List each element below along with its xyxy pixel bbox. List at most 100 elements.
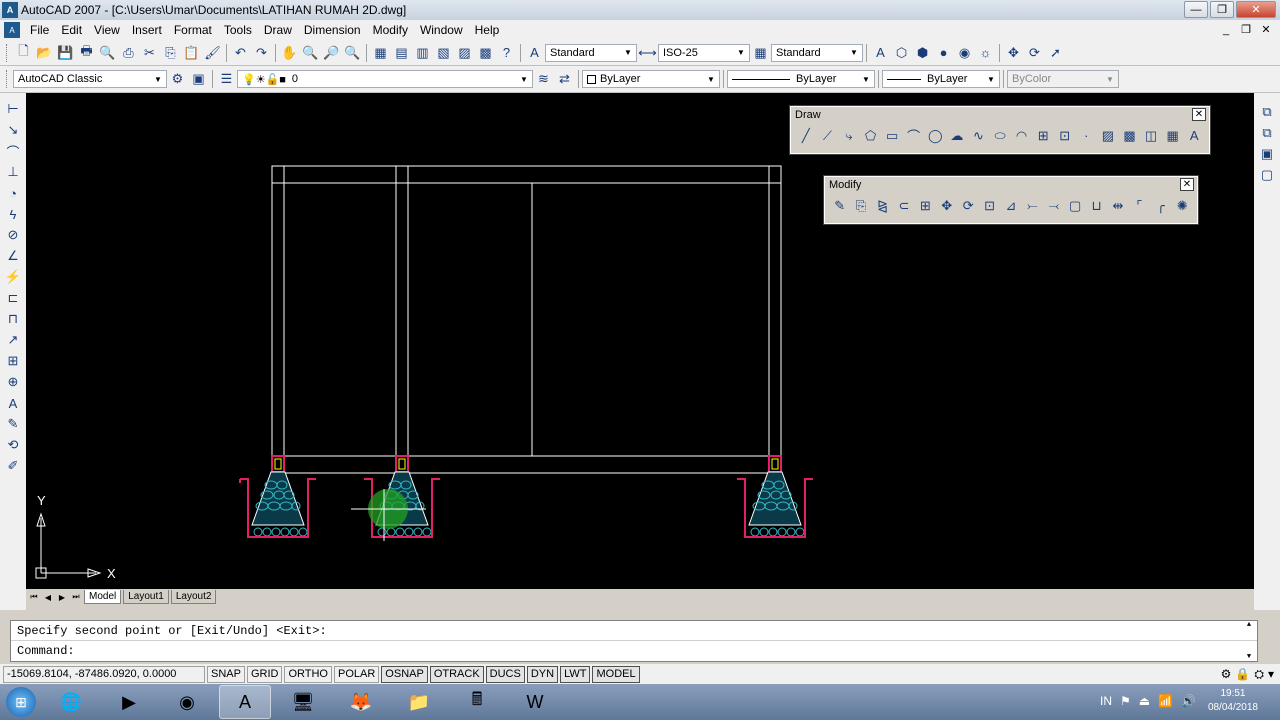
next-tab-icon[interactable]: ▶ [56, 591, 68, 603]
plot-preview-icon[interactable]: 🔍 [97, 42, 118, 63]
grid-toggle[interactable]: GRID [246, 665, 283, 683]
tool-palettes-icon[interactable]: ▥ [412, 42, 433, 63]
linear-dimension-icon[interactable]: ⊢ [3, 99, 24, 119]
close-button[interactable]: ✕ [1236, 1, 1276, 18]
jogged-icon[interactable]: ϟ [3, 204, 24, 224]
sheet-set-icon[interactable]: ▧ [433, 42, 454, 63]
polyline-icon[interactable]: ⤷ [838, 125, 860, 146]
first-tab-icon[interactable]: ⏮ [28, 591, 40, 603]
toolbar-grip[interactable] [6, 70, 9, 88]
close-icon[interactable]: ✕ [1192, 108, 1206, 121]
rotate-icon[interactable]: ⟳ [957, 195, 978, 216]
radius-icon[interactable]: ◔ [3, 183, 24, 203]
cut-icon[interactable]: ✂ [139, 42, 160, 63]
doc-close-button[interactable]: ✕ [1258, 22, 1274, 37]
angular-icon[interactable]: ∠ [3, 246, 24, 266]
help-icon[interactable]: ? [496, 42, 517, 63]
paste-icon[interactable]: 📋 [181, 42, 202, 63]
move-icon[interactable]: ✥ [936, 195, 957, 216]
lock-icon[interactable]: 🔒 [1235, 667, 1250, 682]
minimize-button[interactable]: — [1184, 1, 1208, 18]
pan-icon[interactable]: ✋ [279, 42, 300, 63]
menu-insert[interactable]: Insert [126, 23, 168, 37]
rectangle-icon[interactable]: ▭ [881, 125, 903, 146]
erase-icon[interactable]: ✎ [829, 195, 850, 216]
join-icon[interactable]: ⇹ [1107, 195, 1128, 216]
menu-format[interactable]: Format [168, 23, 218, 37]
design-center-icon[interactable]: ▤ [391, 42, 412, 63]
action-center-icon[interactable]: ⚑ [1120, 694, 1131, 708]
trim-icon[interactable]: ⤚ [1022, 195, 1043, 216]
make-object-layer-current-icon[interactable]: ≋ [533, 69, 554, 90]
new-icon[interactable]: 🗋 [13, 42, 34, 63]
bring-above-icon[interactable]: ▣ [1257, 143, 1278, 164]
menu-view[interactable]: View [88, 23, 126, 37]
break-icon[interactable]: ⊔ [1086, 195, 1107, 216]
text-style-combo[interactable]: Standard ▼ [545, 43, 637, 62]
copy-object-icon[interactable]: ⎘ [850, 195, 871, 216]
quick-leader-icon[interactable]: ↗ [3, 330, 24, 350]
ellipse-arc-icon[interactable]: ◠ [1011, 125, 1033, 146]
spline-icon[interactable]: ∿ [968, 125, 990, 146]
dim-edit-icon[interactable]: A [3, 393, 24, 413]
menu-file[interactable]: File [24, 23, 55, 37]
table-style-combo[interactable]: Standard ▼ [771, 43, 863, 62]
lineweight-combo[interactable]: ByLayer ▼ [882, 70, 1000, 88]
menu-help[interactable]: Help [469, 23, 506, 37]
zoom-previous-icon[interactable]: 🔍 [342, 42, 363, 63]
plot-icon[interactable]: 🖶 [76, 42, 97, 63]
copy-icon[interactable]: ⎘ [160, 42, 181, 63]
workspace-save-icon[interactable]: ▣ [188, 69, 209, 90]
baseline-icon[interactable]: ⊏ [3, 288, 24, 308]
draw-panel-header[interactable]: Draw ✕ [791, 107, 1209, 123]
3d-wire-icon[interactable]: ⬢ [912, 42, 933, 63]
construction-line-icon[interactable]: ⟋ [817, 125, 839, 146]
command-scrollbar[interactable]: ▲ ▼ [1241, 621, 1257, 661]
offset-icon[interactable]: ⊂ [893, 195, 914, 216]
hatch-icon[interactable]: ▨ [1097, 125, 1119, 146]
word-icon[interactable]: W [509, 685, 561, 719]
send-under-icon[interactable]: ▢ [1257, 164, 1278, 185]
polar-toggle[interactable]: POLAR [334, 665, 380, 683]
tab-model[interactable]: Model [84, 590, 122, 604]
polygon-icon[interactable]: ⬠ [860, 125, 882, 146]
arc-icon[interactable]: ⌒ [903, 125, 925, 146]
doc-minimize-button[interactable]: _ [1218, 22, 1234, 37]
ducs-toggle[interactable]: DUCS [485, 665, 525, 683]
text-icon[interactable]: A [870, 42, 891, 63]
status-settings-icon[interactable]: ⛭ [1254, 667, 1264, 682]
3d-orbit-icon[interactable]: ✥ [1003, 42, 1024, 63]
tab-layout1[interactable]: Layout1 [123, 590, 169, 604]
remote-desktop-icon[interactable]: 🖥 [277, 685, 329, 719]
send-to-back-icon[interactable]: ⧉ [1257, 122, 1278, 143]
layer-previous-icon[interactable]: ⇄ [554, 69, 575, 90]
prev-tab-icon[interactable]: ◀ [42, 591, 54, 603]
tab-layout2[interactable]: Layout2 [170, 590, 217, 604]
properties-icon[interactable]: ▦ [370, 42, 391, 63]
menu-modify[interactable]: Modify [367, 23, 414, 37]
walk-icon[interactable]: ➚ [1045, 42, 1066, 63]
menu-dimension[interactable]: Dimension [298, 23, 367, 37]
snap-toggle[interactable]: SNAP [207, 665, 245, 683]
start-button[interactable]: ⊞ [0, 684, 42, 720]
render-icon[interactable]: ● [933, 42, 954, 63]
workspace-combo[interactable]: AutoCAD Classic ▼ [13, 70, 167, 88]
file-explorer-icon[interactable]: 📁 [393, 685, 445, 719]
toolbar-grip[interactable] [6, 43, 9, 62]
save-icon[interactable]: 💾 [55, 42, 76, 63]
undo-icon[interactable]: ↶ [230, 42, 251, 63]
refresh-icon[interactable]: ⟳ [1024, 42, 1045, 63]
revision-cloud-icon[interactable]: ☁ [946, 125, 968, 146]
doc-restore-button[interactable]: ❐ [1238, 22, 1254, 37]
aligned-dimension-icon[interactable]: ↘ [3, 120, 24, 140]
array-icon[interactable]: ⊞ [915, 195, 936, 216]
menu-window[interactable]: Window [414, 23, 469, 37]
chrome-icon[interactable]: ◉ [161, 685, 213, 719]
communication-center-icon[interactable]: ⚙ [1221, 667, 1232, 682]
linetype-combo[interactable]: ByLayer ▼ [727, 70, 875, 88]
mirror-icon[interactable]: ⧎ [872, 195, 893, 216]
light-icon[interactable]: ☼ [975, 42, 996, 63]
lwt-toggle[interactable]: LWT [560, 665, 591, 683]
document-icon[interactable]: A [4, 22, 20, 38]
layer-manager-icon[interactable]: ☰ [216, 69, 237, 90]
